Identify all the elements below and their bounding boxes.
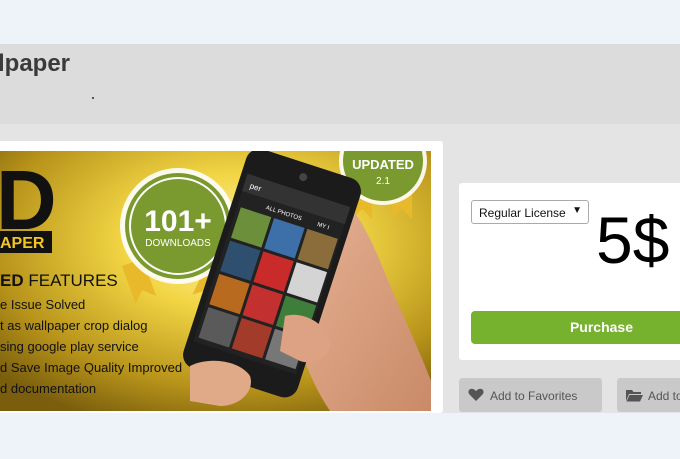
badge-count: 101+ — [144, 205, 212, 238]
preview-banner[interactable]: D APER ED FEATURES e Issue Solved t as w… — [0, 151, 431, 411]
bottom-background — [0, 413, 680, 459]
price-label: 5$ — [596, 203, 670, 277]
header-dot — [92, 97, 94, 99]
features-heading: ED FEATURES — [0, 271, 118, 290]
add-to-favorites-label: Add to Favorites — [490, 389, 578, 403]
updated-version: 2.1 — [376, 176, 390, 187]
purchase-button[interactable]: Purchase — [471, 311, 680, 344]
folder-icon — [626, 390, 643, 402]
add-to-collection-button[interactable]: Add to — [617, 378, 680, 412]
dropdown-arrow-icon: ▼ — [572, 205, 582, 216]
add-to-favorites-button[interactable]: Add to Favorites — [459, 378, 602, 412]
feature-item: sing google play service — [0, 339, 139, 354]
banner-image: D APER ED FEATURES e Issue Solved t as w… — [0, 151, 431, 411]
page-title: lpaper — [0, 50, 71, 77]
feature-item: d documentation — [0, 381, 96, 396]
license-select[interactable]: Regular License ▼ — [471, 200, 589, 224]
top-background — [0, 0, 680, 44]
license-select-value: Regular License — [479, 206, 566, 220]
item-header — [0, 44, 680, 124]
purchase-button-label: Purchase — [569, 319, 634, 335]
updated-label: UPDATED — [352, 157, 414, 172]
feature-item: t as wallpaper crop dialog — [0, 318, 147, 333]
banner-tag-text: APER — [0, 235, 45, 252]
add-to-collection-label: Add to — [648, 389, 680, 403]
badge-label: DOWNLOADS — [145, 238, 211, 249]
feature-item: d Save Image Quality Improved — [0, 360, 182, 375]
heart-icon — [468, 388, 484, 401]
feature-item: e Issue Solved — [0, 297, 85, 312]
